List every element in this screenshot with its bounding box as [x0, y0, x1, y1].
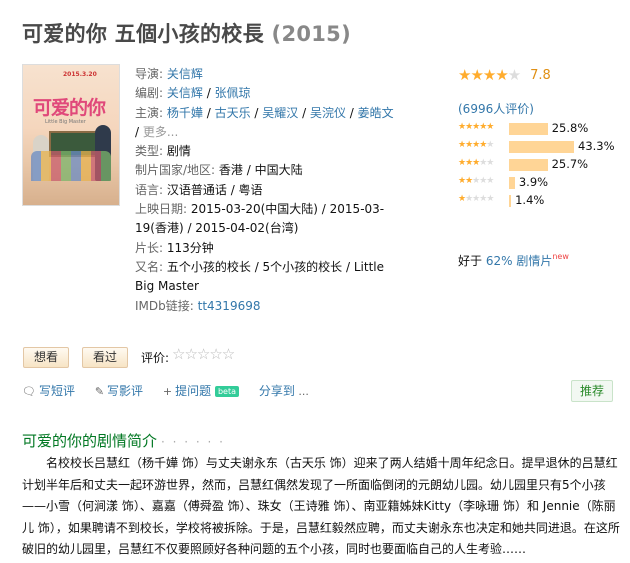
want-to-see-button[interactable]: 想看	[23, 347, 70, 368]
rating-dist-percent: 43.3%	[578, 139, 615, 153]
rating-dist-row: ★★★★★ 3.9%	[458, 174, 628, 192]
rating-dist-bar	[509, 177, 515, 189]
cast-label: 主演:	[135, 105, 164, 120]
recommend-button[interactable]: 推荐	[571, 380, 614, 402]
rate-label: 评价:	[141, 351, 170, 365]
rating-dist-stars-icon: ★★★★★	[458, 140, 494, 150]
language-label: 语言:	[135, 182, 164, 197]
plus-icon: +	[162, 385, 173, 398]
poster-release-date: 2015.3.20	[63, 71, 97, 78]
ask-question-label: 提问题	[175, 384, 212, 398]
new-badge: new	[552, 252, 569, 261]
country-row: 制片国家/地区: 香港 / 中国大陆	[135, 161, 385, 180]
runtime-label: 片长:	[135, 240, 164, 255]
summary-text: 名校校长吕慧红（杨千嬅 饰）与丈夫谢永东（古天乐 饰）迎来了两人结婚十周年纪念日…	[22, 456, 620, 556]
write-review-link[interactable]: ✎ 写影评	[95, 384, 143, 398]
poster-children	[31, 151, 111, 181]
aka-row: 又名: 五个小孩的校长 / 5个小孩的校长 / Little Big Maste…	[135, 258, 385, 297]
write-review-label: 写影评	[107, 384, 144, 398]
ask-question-link[interactable]: + 提问题 beta	[163, 384, 239, 398]
seen-button[interactable]: 看过	[82, 347, 129, 368]
rating-stars-icon: ★★★★★	[458, 66, 521, 84]
cast-link[interactable]: 吴浣仪	[310, 106, 346, 120]
aka-value: 五个小孩的校长 / 5个小孩的校长 / Little Big Master	[135, 259, 385, 294]
rating-dist-bar	[509, 141, 574, 153]
rating-dist-percent: 25.8%	[551, 121, 589, 135]
rating-dist-row: ★★★★★ 25.7%	[458, 156, 628, 174]
cast-link[interactable]: 姜皓文	[358, 106, 394, 120]
pencil-icon: ✎	[94, 385, 105, 398]
genre-label: 类型:	[135, 144, 164, 159]
rating-dist-row: ★★★★★ 1.4%	[458, 192, 628, 210]
genre-row: 类型: 剧情	[135, 142, 385, 161]
movie-info: 导演: 关信辉 编剧: 关信辉 / 张佩琼 主演: 杨千嬅 / 古天乐 / 吴耀…	[135, 65, 394, 316]
cast-row: 主演: 杨千嬅 / 古天乐 / 吴耀汉 / 吴浣仪 / 姜皓文	[135, 105, 394, 120]
beta-badge: beta	[214, 386, 239, 397]
rating-votes-link[interactable]: (6996人评价)	[458, 100, 534, 117]
rating-summary: ★★★★★ 7.8	[458, 66, 618, 84]
rating-dist-percent: 1.4%	[515, 193, 545, 207]
summary-heading: 可爱的你的剧情简介 · · · · · ·	[22, 430, 225, 451]
more-cast-row: / 更多...	[135, 124, 179, 139]
language-row: 语言: 汉语普通话 / 粤语	[135, 181, 385, 200]
summary-heading-dots: · · · · · ·	[161, 435, 225, 449]
rating-dist-stars-icon: ★★★★★	[458, 194, 494, 204]
rating-dist-stars-icon: ★★★★★	[458, 176, 494, 186]
poster-title: 可爱的你	[33, 97, 106, 119]
page-title: 可爱的你 五個小孩的校長 (2015)	[22, 18, 351, 48]
summary-heading-text: 可爱的你的剧情简介	[22, 432, 158, 450]
rating-dist-bar	[509, 123, 548, 135]
country-value: 香港 / 中国大陆	[218, 163, 303, 178]
rating-dist-bar	[509, 195, 512, 207]
cast-link[interactable]: 杨千嬅	[167, 106, 203, 120]
better-than: 好于 62% 剧情片new	[458, 252, 569, 269]
better-than-prefix: 好于	[458, 254, 483, 268]
rating-distribution: ★★★★★ 25.8% ★★★★★ 43.3% ★★★★★ 25.7% ★★★★★ 3.9% ★…	[458, 120, 628, 210]
rating-dist-stars-icon: ★★★★★	[458, 122, 494, 132]
dropdown-icon: ...	[294, 385, 309, 398]
more-cast-link[interactable]: 更多...	[143, 125, 178, 139]
director-link[interactable]: 关信辉	[167, 67, 203, 81]
rate-stars-input[interactable]: ☆☆☆☆☆	[172, 345, 235, 363]
cast-link[interactable]: 吴耀汉	[262, 106, 298, 120]
writer-label: 编剧:	[135, 86, 164, 101]
better-than-genre: 剧情片	[516, 254, 553, 268]
rating-dist-bar	[509, 159, 548, 171]
rating-dist-row: ★★★★★ 25.8%	[458, 120, 628, 138]
share-label: 分享到	[258, 384, 295, 398]
runtime-value: 113分钟	[166, 240, 214, 255]
writer-link[interactable]: 关信辉	[167, 86, 203, 100]
share-link[interactable]: 分享到 ...	[259, 384, 312, 398]
rating-dist-percent: 25.7%	[551, 157, 589, 171]
language-value: 汉语普通话 / 粤语	[166, 182, 263, 197]
better-than-value: 62%	[485, 254, 513, 268]
rating-dist-percent: 3.9%	[518, 175, 549, 189]
aka-label: 又名:	[135, 259, 164, 274]
imdb-link[interactable]: tt4319698	[198, 299, 261, 313]
write-short-review-label: 写短评	[38, 384, 75, 398]
cast-link[interactable]: 古天乐	[215, 106, 251, 120]
movie-poster[interactable]: 2015.3.20 可爱的你 Little Big Master	[22, 64, 120, 206]
release-row: 上映日期: 2015-03-20(中国大陆) / 2015-03-19(香港) …	[135, 200, 385, 239]
writer-link[interactable]: 张佩琼	[215, 86, 251, 100]
release-label: 上映日期:	[135, 202, 188, 217]
comment-icon: 🗨	[22, 385, 36, 398]
country-label: 制片国家/地区:	[135, 163, 216, 178]
genre-value: 剧情	[166, 144, 191, 159]
movie-title: 可爱的你 五個小孩的校長	[22, 22, 264, 46]
director-label: 导演:	[135, 67, 164, 81]
rating-dist-stars-icon: ★★★★★	[458, 158, 494, 168]
movie-year: (2015)	[271, 22, 351, 46]
imdb-row: IMDb链接: tt4319698	[135, 297, 385, 316]
writer-row: 编剧: 关信辉 / 张佩琼	[135, 86, 251, 101]
director-row: 导演: 关信辉	[135, 65, 385, 84]
runtime-row: 片长: 113分钟	[135, 239, 385, 258]
rating-score: 7.8	[530, 67, 551, 83]
imdb-label: IMDb链接:	[135, 298, 194, 313]
write-short-review-link[interactable]: 🗨 写短评	[22, 384, 75, 398]
rating-dist-row: ★★★★★ 43.3%	[458, 138, 628, 156]
poster-subtitle: Little Big Master	[45, 119, 86, 125]
better-than-link[interactable]: 62% 剧情片	[486, 254, 553, 268]
action-links: 🗨 写短评 ✎ 写影评 + 提问题 beta 分享到 ...	[22, 382, 328, 399]
